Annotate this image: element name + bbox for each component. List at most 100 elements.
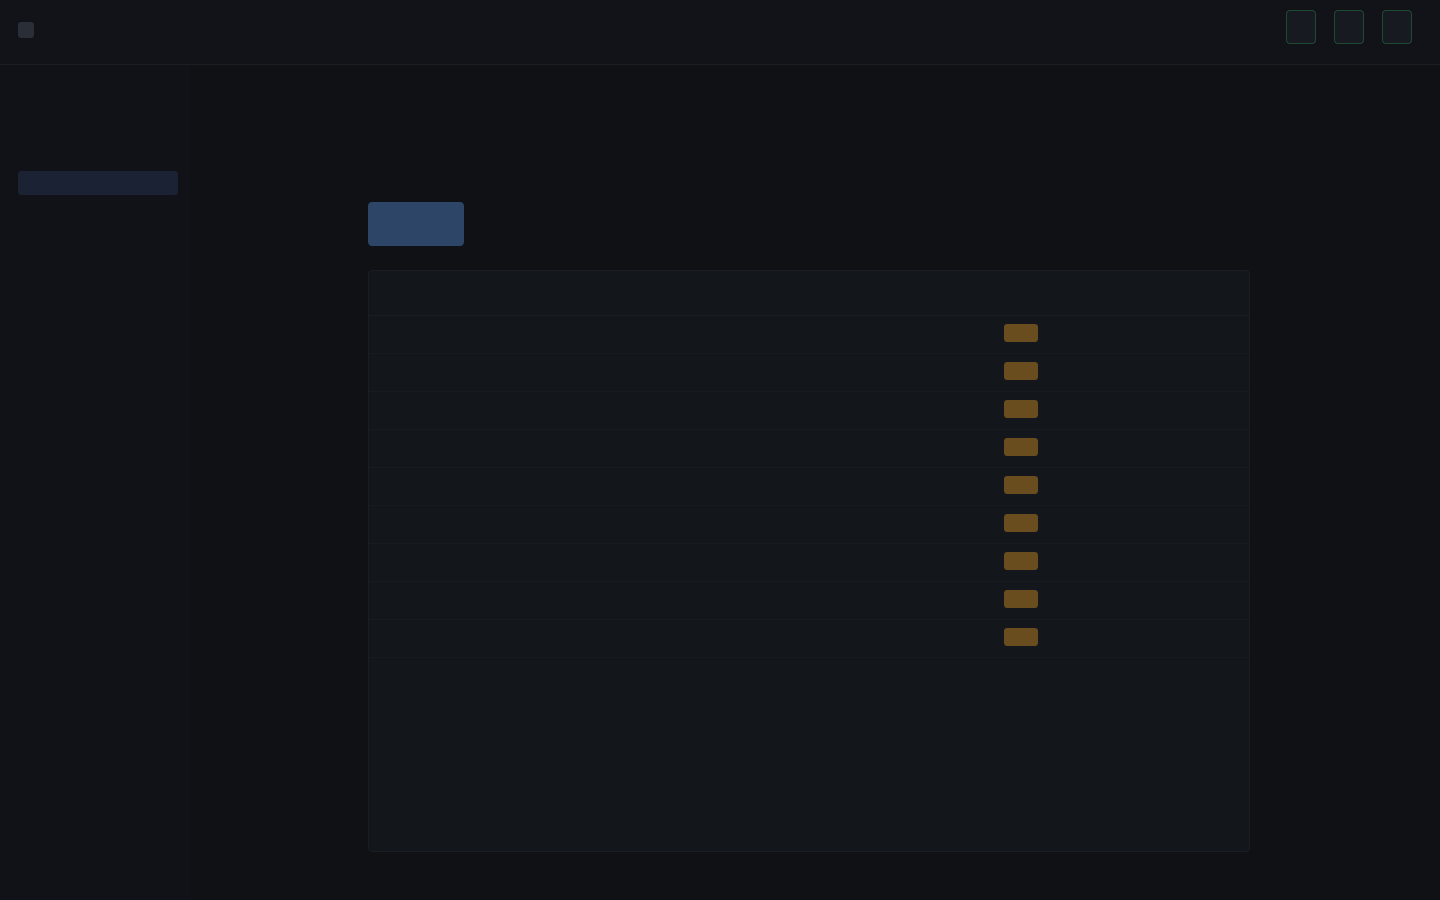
sidebar-item-7[interactable] — [18, 249, 178, 273]
cell-actions[interactable] — [1187, 315, 1249, 354]
cell-value — [908, 315, 992, 354]
cell-extra — [1096, 353, 1188, 392]
cell-actions[interactable] — [1187, 467, 1249, 506]
sidebar-nav — [18, 93, 178, 417]
cell-actions[interactable] — [1187, 619, 1249, 658]
table-row[interactable] — [369, 505, 1249, 544]
cell-name[interactable] — [440, 467, 767, 506]
sidebar-item-5[interactable] — [18, 197, 178, 221]
top-action-button-1[interactable] — [1286, 10, 1316, 44]
cell-actions[interactable] — [1187, 429, 1249, 468]
cell-badge — [991, 619, 1097, 658]
cell-name[interactable] — [440, 581, 767, 620]
sidebar-item-active[interactable] — [18, 171, 178, 195]
sidebar-item-2[interactable] — [18, 119, 178, 143]
cell-extra — [1096, 619, 1188, 658]
top-actions — [1286, 10, 1412, 44]
cell-extra — [1096, 315, 1188, 354]
status-badge — [1003, 590, 1038, 608]
table-row[interactable] — [369, 315, 1249, 354]
cell-actions[interactable] — [1187, 391, 1249, 430]
cell-id — [369, 581, 441, 620]
cell-meta — [766, 429, 909, 468]
data-table — [368, 270, 1250, 852]
cell-actions[interactable] — [1187, 543, 1249, 582]
cell-name[interactable] — [440, 391, 767, 430]
toolbar-button-1[interactable] — [478, 202, 506, 246]
cell-name[interactable] — [440, 619, 767, 658]
cell-badge — [991, 353, 1097, 392]
cell-meta — [766, 543, 909, 582]
column-header[interactable] — [1096, 271, 1188, 316]
cell-value — [908, 505, 992, 544]
toolbar — [368, 202, 548, 246]
cell-id — [369, 505, 441, 544]
app-logo-icon — [18, 22, 34, 38]
table — [369, 271, 1249, 658]
table-row[interactable] — [369, 429, 1249, 468]
column-header[interactable] — [908, 271, 992, 316]
sidebar-item-6[interactable] — [18, 223, 178, 247]
sidebar-section-item-4[interactable] — [18, 365, 178, 389]
primary-button[interactable] — [368, 202, 464, 246]
cell-name[interactable] — [440, 353, 767, 392]
column-header[interactable] — [991, 271, 1097, 316]
cell-id — [369, 353, 441, 392]
table-row[interactable] — [369, 581, 1249, 620]
cell-value — [908, 543, 992, 582]
brand[interactable] — [18, 22, 44, 38]
cell-id — [369, 315, 441, 354]
cell-meta — [766, 467, 909, 506]
cell-name[interactable] — [440, 429, 767, 468]
cell-id — [369, 429, 441, 468]
cell-value — [908, 429, 992, 468]
cell-value — [908, 619, 992, 658]
table-row[interactable] — [369, 353, 1249, 392]
top-action-button-2[interactable] — [1334, 10, 1364, 44]
column-header[interactable] — [369, 271, 441, 316]
column-header[interactable] — [766, 271, 909, 316]
cell-name[interactable] — [440, 505, 767, 544]
cell-badge — [991, 391, 1097, 430]
cell-extra — [1096, 467, 1188, 506]
table-row[interactable] — [369, 467, 1249, 506]
cell-badge — [991, 543, 1097, 582]
cell-id — [369, 391, 441, 430]
sidebar-section-item-1[interactable] — [18, 287, 178, 311]
cell-name[interactable] — [440, 315, 767, 354]
sidebar-section-item-5[interactable] — [18, 391, 178, 415]
sidebar-item-1[interactable] — [18, 93, 178, 117]
cell-id — [369, 543, 441, 582]
sidebar-section-item-3[interactable] — [18, 339, 178, 363]
cell-value — [908, 467, 992, 506]
cell-extra — [1096, 429, 1188, 468]
status-badge — [1003, 400, 1038, 418]
cell-extra — [1096, 543, 1188, 582]
top-bar — [0, 0, 1440, 65]
toolbar-button-2[interactable] — [520, 202, 548, 246]
cell-extra — [1096, 505, 1188, 544]
status-badge — [1003, 324, 1038, 342]
cell-name[interactable] — [440, 543, 767, 582]
cell-id — [369, 619, 441, 658]
cell-actions[interactable] — [1187, 581, 1249, 620]
cell-meta — [766, 315, 909, 354]
sidebar-section-item-2[interactable] — [18, 313, 178, 337]
table-row[interactable] — [369, 543, 1249, 582]
cell-actions[interactable] — [1187, 505, 1249, 544]
cell-actions[interactable] — [1187, 353, 1249, 392]
status-badge — [1003, 628, 1038, 646]
column-header — [1187, 271, 1249, 316]
sidebar-item-3[interactable] — [18, 145, 178, 169]
status-badge — [1003, 514, 1038, 532]
cell-value — [908, 391, 992, 430]
cell-badge — [991, 429, 1097, 468]
top-action-button-3[interactable] — [1382, 10, 1412, 44]
cell-badge — [991, 315, 1097, 354]
cell-meta — [766, 505, 909, 544]
cell-extra — [1096, 581, 1188, 620]
cell-extra — [1096, 391, 1188, 430]
table-row[interactable] — [369, 391, 1249, 430]
column-header[interactable] — [440, 271, 767, 316]
table-row[interactable] — [369, 619, 1249, 658]
